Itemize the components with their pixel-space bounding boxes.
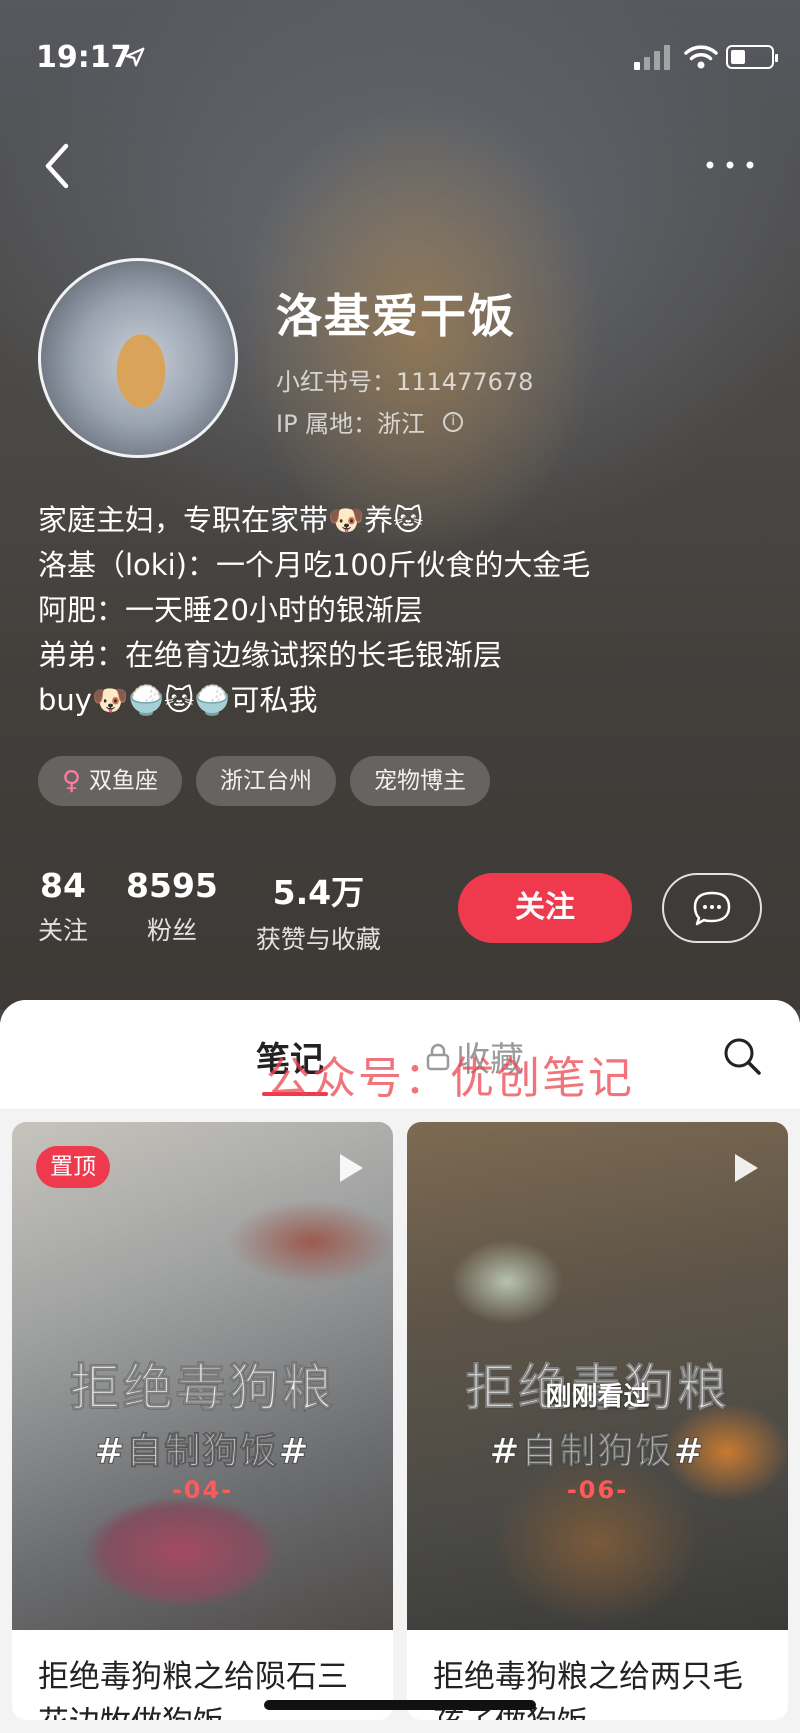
note-card[interactable]: 拒绝毒狗粮 刚刚看过 #自制狗饭# -06- 拒绝毒狗粮之给两只毛孩子做狗饭: [407, 1122, 788, 1720]
stat-label: 粉丝: [146, 916, 197, 945]
bio-line: 家庭主妇，专职在家带🐶养🐱: [38, 503, 424, 537]
watermark-text: 公众号：优创笔记: [266, 1053, 634, 1104]
tag-category[interactable]: 宠物博主: [350, 756, 491, 806]
home-indicator[interactable]: [264, 1700, 536, 1710]
bio-line: 弟弟：在绝育边缘试探的长毛银渐层: [38, 638, 503, 672]
user-id: 小红书号：111477678: [276, 368, 534, 396]
stat-following[interactable]: 84 关注: [38, 866, 88, 956]
status-time: 19:17: [36, 40, 132, 75]
location-arrow-icon: [125, 47, 145, 67]
stat-value: 8595: [126, 866, 218, 905]
back-arrow-icon[interactable]: [36, 136, 86, 196]
female-icon: ♀: [62, 766, 82, 796]
notes-panel: 笔记 收藏 公众号：优创笔记 置顶 拒绝毒狗粮 #自制狗饭# -04- 拒绝毒狗…: [0, 1000, 800, 1733]
status-bar: 19:17: [0, 0, 800, 110]
profile-bio: 家庭主妇，专职在家带🐶养🐱 洛基（loki)：一个月吃100斤伙食的大金毛 阿肥…: [38, 498, 758, 723]
cover-subtitle: #自制狗饭#: [489, 1431, 706, 1473]
tag-zodiac[interactable]: ♀ 双鱼座: [38, 756, 183, 806]
tag-label: 双鱼座: [89, 768, 159, 794]
bio-line: 阿肥：一天睡20小时的银渐层: [38, 593, 423, 627]
battery-icon: [726, 45, 778, 69]
search-icon[interactable]: [722, 1036, 762, 1076]
chat-bubble-icon: [693, 891, 731, 926]
stat-likes-favorites[interactable]: 5.4万 获赞与收藏: [256, 866, 381, 956]
more-options-icon[interactable]: [700, 150, 760, 180]
tab-bar: 笔记 收藏 公众号：优创笔记: [0, 1000, 800, 1110]
follow-button[interactable]: 关注: [458, 873, 632, 943]
bio-line: 洛基（loki)：一个月吃100斤伙食的大金毛: [38, 548, 591, 582]
stat-label: 获赞与收藏: [255, 925, 381, 954]
note-cover-image[interactable]: 拒绝毒狗粮 刚刚看过 #自制狗饭# -06-: [407, 1122, 788, 1630]
note-card[interactable]: 置顶 拒绝毒狗粮 #自制狗饭# -04- 拒绝毒狗粮之给陨石三花边牧做狗饭: [12, 1122, 393, 1720]
wifi-icon: [684, 45, 718, 69]
ip-location: IP 属地：浙江 i: [276, 404, 464, 439]
recently-viewed-label: 刚刚看过: [545, 1382, 650, 1412]
cover-episode: -04-: [171, 1476, 234, 1504]
tag-label: 宠物博主: [374, 768, 467, 794]
tag-label: 浙江台州: [220, 768, 313, 794]
profile-name: 洛基爱干饭: [276, 289, 516, 343]
tag-location[interactable]: 浙江台州: [196, 756, 337, 806]
video-play-icon: [340, 1154, 363, 1182]
pinned-badge: 置顶: [36, 1146, 110, 1188]
cover-episode: -06-: [566, 1476, 629, 1504]
ip-location-text: IP 属地：浙江: [276, 410, 426, 438]
stat-value: 84: [40, 866, 86, 905]
cover-subtitle: #自制狗饭#: [94, 1431, 311, 1473]
bio-line: buy🐶🍚🐱🍚可私我: [38, 683, 318, 717]
avatar[interactable]: [38, 258, 238, 458]
note-cover-image[interactable]: 置顶 拒绝毒狗粮 #自制狗饭# -04-: [12, 1122, 393, 1630]
video-play-icon: [735, 1154, 758, 1182]
cellular-signal-icon: [634, 45, 670, 70]
cover-title: 拒绝毒狗粮: [70, 1359, 335, 1418]
notes-grid: 置顶 拒绝毒狗粮 #自制狗饭# -04- 拒绝毒狗粮之给陨石三花边牧做狗饭 拒绝…: [12, 1122, 788, 1720]
message-button[interactable]: [662, 873, 762, 943]
stat-label: 关注: [38, 916, 89, 945]
profile-stats: 84 关注 8595 粉丝 5.4万 获赞与收藏: [38, 866, 381, 956]
profile-tags: ♀ 双鱼座 浙江台州 宠物博主: [38, 756, 491, 806]
stat-value: 5.4万: [272, 873, 365, 912]
stat-followers[interactable]: 8595 粉丝: [126, 866, 218, 956]
info-icon[interactable]: i: [443, 411, 464, 432]
